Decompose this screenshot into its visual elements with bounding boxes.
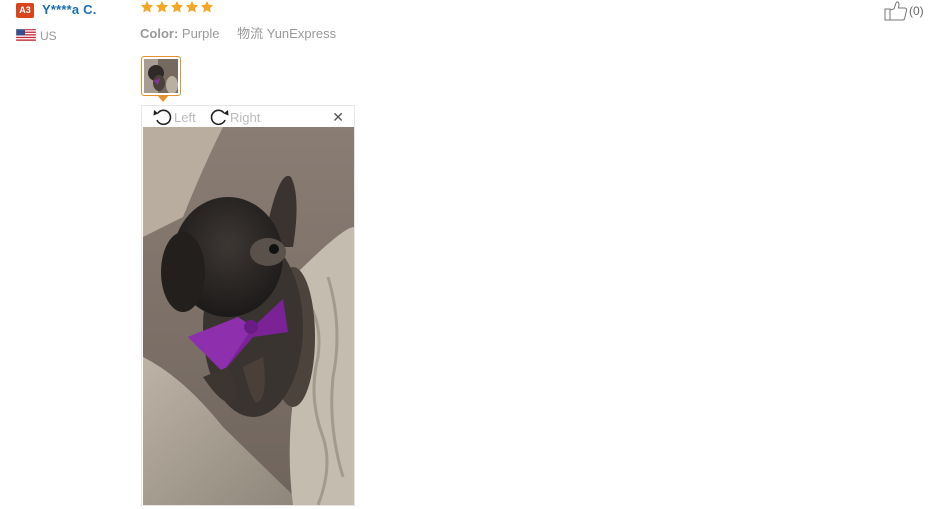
reviewer-name[interactable]: Y****a C. — [42, 2, 97, 17]
thumbnail-selected-caret — [158, 96, 168, 102]
rotate-right-icon — [210, 109, 229, 126]
review-meta: Color: Purple 物流 YunExpress — [140, 23, 336, 42]
dog-photo-thumbnail — [144, 59, 178, 94]
star-icon — [155, 0, 169, 13]
image-viewer: Left Right ✕ — [141, 105, 355, 506]
viewer-toolbar: Left Right ✕ — [142, 106, 354, 128]
star-icon — [140, 0, 154, 13]
country-code: US — [40, 29, 57, 43]
rotate-left-icon — [153, 109, 172, 126]
review-image-thumbnails — [141, 56, 181, 102]
color-label: Color: — [140, 26, 179, 41]
reviewer-country: US — [16, 29, 76, 43]
rotate-left-label: Left — [174, 110, 196, 125]
helpful-count: (0) — [909, 4, 924, 18]
review-image-thumbnail[interactable] — [141, 56, 181, 96]
star-icon — [170, 0, 184, 13]
rotate-left-button[interactable]: Left — [152, 107, 210, 127]
shipping-label: 物流 — [237, 26, 264, 41]
star-icon — [185, 0, 199, 13]
shipping-value: YunExpress — [266, 26, 337, 41]
star-rating — [140, 0, 215, 19]
star-icon — [200, 0, 214, 13]
rotate-right-label: Right — [230, 110, 261, 125]
helpful-button[interactable]: (0) — [884, 0, 932, 22]
level-badge: A3 — [16, 3, 34, 18]
us-flag-icon — [16, 29, 36, 41]
review-photo — [143, 127, 354, 505]
thumbs-up-icon[interactable] — [884, 0, 908, 22]
dog-photo — [143, 127, 354, 505]
rotate-right-button[interactable]: Right — [208, 107, 270, 127]
close-viewer-icon[interactable]: ✕ — [332, 110, 344, 124]
color-value: Purple — [181, 26, 220, 41]
